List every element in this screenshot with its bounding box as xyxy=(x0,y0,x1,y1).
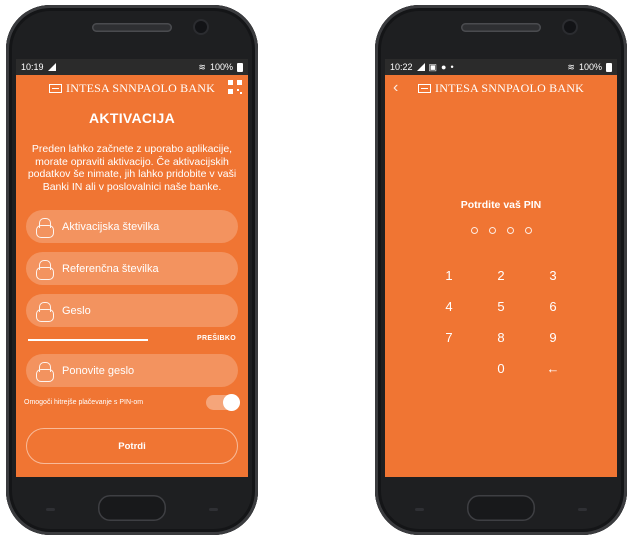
pin-toggle-label: Omogoči hitrejše plačevanje s PIN-om xyxy=(24,399,144,406)
battery-text: 100% xyxy=(209,62,233,72)
keypad-key-4[interactable]: 4 xyxy=(423,291,475,322)
pin-dot xyxy=(524,227,532,234)
status-bar: 10:22 ▣ ● • ≋ 100% xyxy=(385,59,617,75)
front-camera xyxy=(564,21,576,33)
front-camera xyxy=(195,21,207,33)
battery-icon xyxy=(606,62,612,72)
page-title: AKTIVACIJA xyxy=(89,110,175,126)
home-button[interactable] xyxy=(467,495,535,521)
keypad-key-0[interactable]: 0 xyxy=(475,353,527,384)
speaker-grille xyxy=(92,23,172,32)
bank-logo: INTESA SNNPAOLO BANK xyxy=(418,81,584,96)
pin-toggle-row: Omogoči hitrejše plačevanje s PIN-om xyxy=(24,394,240,411)
back-key[interactable] xyxy=(578,508,587,511)
password-strength: PREŠIBKO xyxy=(26,332,238,350)
keypad-key-6[interactable]: 6 xyxy=(527,291,579,322)
keypad-key-5[interactable]: 5 xyxy=(475,291,527,322)
lock-icon xyxy=(36,259,54,280)
bank-logo-icon xyxy=(49,83,63,93)
pin-indicator xyxy=(385,227,617,234)
keypad-key-2[interactable]: 2 xyxy=(475,260,527,291)
pin-screen: 10:22 ▣ ● • ≋ 100% ‹ INTESA SNNPAOLO BAN… xyxy=(385,59,617,477)
reference-number-placeholder: Referenčna številka xyxy=(62,262,159,275)
lock-icon xyxy=(36,361,54,382)
bank-logo: INTESA SNNPAOLO BANK xyxy=(49,81,215,96)
bank-name: INTESA SNNPAOLO BANK xyxy=(435,80,584,95)
signal-icon xyxy=(47,63,56,71)
repeat-password-placeholder: Ponovite geslo xyxy=(62,364,135,377)
password-placeholder: Geslo xyxy=(62,304,91,317)
keypad-key-3[interactable]: 3 xyxy=(527,260,579,291)
wifi-icon: ≋ xyxy=(198,61,206,72)
reference-number-field[interactable]: Referenčna številka xyxy=(26,252,238,285)
status-time: 10:22 xyxy=(390,62,413,72)
intro-text: Preden lahko začnete z uporabo aplikacij… xyxy=(27,143,237,193)
lock-icon xyxy=(36,301,54,322)
app-header: ‹ INTESA SNNPAOLO BANK xyxy=(385,75,617,101)
recent-apps-key[interactable] xyxy=(415,508,424,511)
pin-prompt: Potrdite vaš PIN xyxy=(460,199,542,211)
pin-keypad: 1 2 3 4 5 6 7 8 9 0 ← xyxy=(385,260,617,384)
bank-logo-icon xyxy=(418,83,432,93)
activation-number-field[interactable]: Aktivacijska številka xyxy=(26,210,238,243)
pin-toggle-switch[interactable] xyxy=(206,394,240,411)
password-strength-label: PREŠIBKO xyxy=(197,335,236,342)
pin-dot xyxy=(506,227,514,234)
pin-dot xyxy=(470,227,478,234)
phone-frame-left: 10:19 ≋ 100% INTESA SNNPAOLO BANK AKTIVA… xyxy=(6,5,258,535)
battery-text: 100% xyxy=(578,62,602,72)
app-header: INTESA SNNPAOLO BANK xyxy=(16,75,248,101)
keypad-backspace-icon[interactable]: ← xyxy=(527,353,579,384)
status-time: 10:19 xyxy=(21,62,44,72)
keypad-empty-slot xyxy=(423,353,475,384)
password-strength-bar xyxy=(28,339,148,341)
location-icon: ● xyxy=(441,62,447,72)
more-icon: • xyxy=(450,62,454,72)
back-arrow-icon[interactable]: ‹ xyxy=(393,80,398,96)
bank-name: INTESA SNNPAOLO BANK xyxy=(66,80,215,95)
phone-frame-right: 10:22 ▣ ● • ≋ 100% ‹ INTESA SNNPAOLO BAN… xyxy=(375,5,627,535)
qr-code-icon[interactable] xyxy=(228,80,242,94)
keypad-key-9[interactable]: 9 xyxy=(527,322,579,353)
password-field[interactable]: Geslo xyxy=(26,294,238,327)
signal-icon xyxy=(416,63,425,71)
activation-number-placeholder: Aktivacijska številka xyxy=(62,220,160,233)
battery-icon xyxy=(237,62,243,72)
keypad-key-1[interactable]: 1 xyxy=(423,260,475,291)
toggle-knob xyxy=(223,394,240,411)
home-button[interactable] xyxy=(98,495,166,521)
repeat-password-field[interactable]: Ponovite geslo xyxy=(26,354,238,387)
pin-dot xyxy=(488,227,496,234)
keypad-key-8[interactable]: 8 xyxy=(475,322,527,353)
keypad-key-7[interactable]: 7 xyxy=(423,322,475,353)
lock-icon xyxy=(36,217,54,238)
activation-screen: 10:19 ≋ 100% INTESA SNNPAOLO BANK AKTIVA… xyxy=(16,59,248,477)
status-bar: 10:19 ≋ 100% xyxy=(16,59,248,75)
image-icon: ▣ xyxy=(428,61,438,72)
recent-apps-key[interactable] xyxy=(46,508,55,511)
speaker-grille xyxy=(461,23,541,32)
wifi-icon: ≋ xyxy=(567,61,575,72)
confirm-button[interactable]: Potrdi xyxy=(26,428,238,464)
back-key[interactable] xyxy=(209,508,218,511)
